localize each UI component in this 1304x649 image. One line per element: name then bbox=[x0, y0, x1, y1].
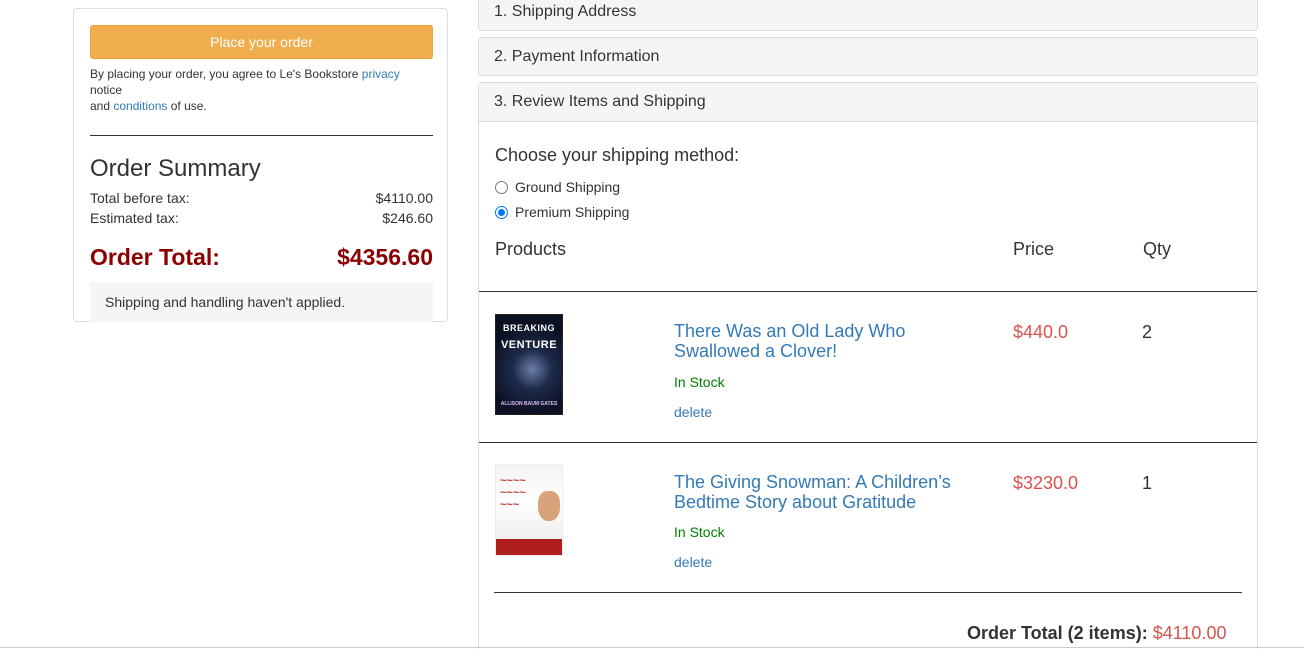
estimated-tax-row: Estimated tax: $246.60 bbox=[90, 208, 433, 228]
header-rule bbox=[479, 291, 1257, 292]
shipping-option-ground[interactable]: Ground Shipping bbox=[495, 179, 620, 195]
product-qty: 1 bbox=[1142, 473, 1153, 493]
privacy-link[interactable]: privacy bbox=[362, 67, 400, 81]
items-order-total-value: $4110.00 bbox=[1152, 623, 1227, 643]
section-review-items[interactable]: 3. Review Items and Shipping bbox=[479, 83, 1257, 122]
agreement-middle: notice bbox=[90, 83, 123, 97]
agreement-text: By placing your order, you agree to Le's… bbox=[90, 66, 432, 114]
conditions-link[interactable]: conditions bbox=[113, 99, 167, 113]
shipping-method-title: Choose your shipping method: bbox=[495, 145, 740, 165]
stock-status: In Stock bbox=[674, 524, 725, 540]
product-title-link[interactable]: The Giving Snowman: A Children’s Bedtime… bbox=[674, 472, 974, 512]
agreement-line2-prefix: and bbox=[90, 99, 114, 113]
cover-artwork: ~~~~ ~~~~ ~~~ bbox=[500, 475, 526, 511]
delete-link[interactable]: delete bbox=[674, 554, 712, 570]
product-title-link[interactable]: There Was an Old Lady Who Swallowed a Cl… bbox=[674, 321, 974, 361]
ground-shipping-radio[interactable] bbox=[495, 180, 508, 194]
items-order-total: Order Total (2 items): $4110.00 bbox=[967, 623, 1226, 644]
review-items-panel: 3. Review Items and Shipping Choose your… bbox=[478, 82, 1258, 649]
premium-shipping-radio[interactable] bbox=[495, 205, 508, 219]
product-cover-image[interactable]: ~~~~ ~~~~ ~~~ bbox=[495, 464, 563, 556]
product-cover-image[interactable]: BREAKING VENTURE ALLISON BAUM GATES bbox=[495, 314, 563, 415]
order-summary-panel: Place your order By placing your order, … bbox=[73, 8, 448, 322]
cover-title-line2: VENTURE bbox=[500, 339, 558, 351]
order-total-label: Order Total: bbox=[90, 244, 220, 270]
cover-title-line1: BREAKING bbox=[502, 323, 555, 333]
estimated-tax-label: Estimated tax: bbox=[90, 210, 179, 226]
total-before-tax-label: Total before tax: bbox=[90, 190, 190, 206]
stock-status: In Stock bbox=[674, 374, 725, 390]
section-shipping-address[interactable]: 1. Shipping Address bbox=[478, 0, 1258, 31]
agreement-suffix: of use. bbox=[167, 99, 207, 113]
product-price: $3230.0 bbox=[1013, 473, 1079, 493]
cover-band bbox=[496, 539, 562, 555]
qty-column-header: Qty bbox=[1143, 239, 1172, 259]
order-total-row: Order Total: $4356.60 bbox=[90, 242, 433, 272]
place-order-button[interactable]: Place your order bbox=[90, 25, 433, 59]
items-order-total-label: Order Total (2 items): bbox=[967, 623, 1148, 643]
product-qty: 2 bbox=[1142, 322, 1153, 342]
price-column-header: Price bbox=[1013, 239, 1055, 259]
product-price: $440.0 bbox=[1013, 322, 1069, 342]
premium-shipping-label[interactable]: Premium Shipping bbox=[515, 204, 629, 220]
cover-author: ALLISON BAUM GATES bbox=[500, 401, 558, 407]
total-before-tax-value: $4110.00 bbox=[375, 190, 433, 206]
shipping-notice: Shipping and handling haven't applied. bbox=[90, 282, 433, 322]
agreement-prefix: By placing your order, you agree to Le's… bbox=[90, 67, 362, 81]
total-before-tax-row: Total before tax: $4110.00 bbox=[90, 188, 433, 208]
products-column-header: Products bbox=[495, 239, 567, 259]
item-divider bbox=[479, 442, 1257, 443]
order-summary-title: Order Summary bbox=[90, 155, 261, 182]
shipping-option-premium[interactable]: Premium Shipping bbox=[495, 204, 629, 220]
items-end-rule bbox=[494, 592, 1242, 593]
estimated-tax-value: $246.60 bbox=[382, 210, 433, 226]
page-bottom-border bbox=[0, 647, 1304, 648]
summary-divider bbox=[90, 135, 433, 136]
delete-link[interactable]: delete bbox=[674, 404, 712, 420]
section-payment-information[interactable]: 2. Payment Information bbox=[478, 37, 1258, 76]
cover-portrait bbox=[538, 491, 560, 521]
ground-shipping-label[interactable]: Ground Shipping bbox=[515, 179, 620, 195]
order-total-value: $4356.60 bbox=[337, 244, 433, 270]
